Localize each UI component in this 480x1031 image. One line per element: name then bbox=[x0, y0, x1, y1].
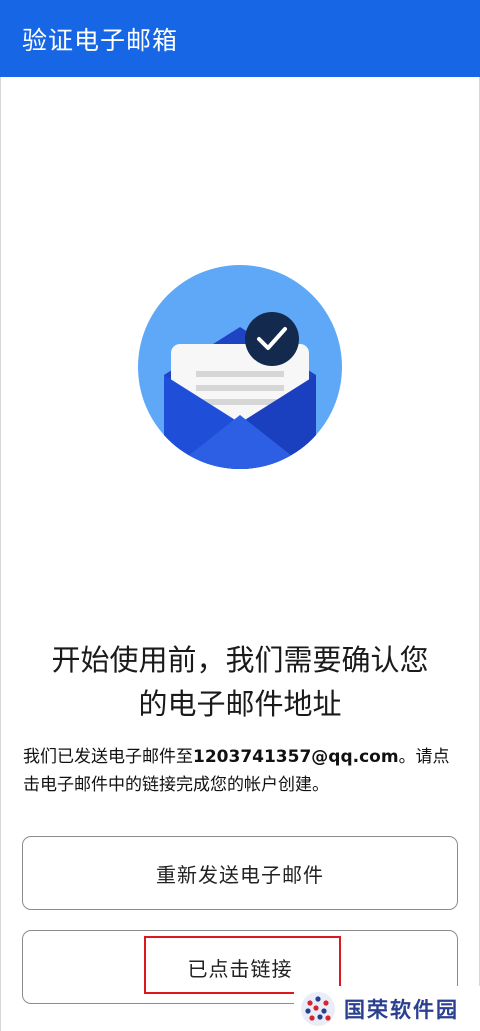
resend-email-button[interactable]: 重新发送电子邮件 bbox=[22, 836, 458, 910]
watermark-text: 国荣软件园 bbox=[344, 997, 459, 1022]
check-badge bbox=[245, 312, 299, 366]
headline: 开始使用前，我们需要确认您 的电子邮件地址 bbox=[0, 638, 480, 726]
page-title: 验证电子邮箱 bbox=[22, 25, 179, 55]
letter-line bbox=[196, 385, 284, 391]
letter-line bbox=[196, 371, 284, 377]
headline-line-1: 开始使用前，我们需要确认您 bbox=[51, 643, 429, 677]
watermark: 国荣软件园 bbox=[294, 986, 480, 1031]
watermark-logo-icon bbox=[301, 991, 335, 1026]
description-prefix: 我们已发送电子邮件至 bbox=[23, 747, 193, 767]
email-address: 1203741357@qq.com bbox=[193, 747, 399, 767]
app-bar: 验证电子邮箱 bbox=[0, 0, 480, 77]
description-text: 我们已发送电子邮件至1203741357@qq.com。请点击电子邮件中的链接完… bbox=[23, 743, 463, 799]
headline-line-2: 的电子邮件地址 bbox=[138, 687, 342, 721]
email-verified-illustration bbox=[138, 265, 342, 469]
